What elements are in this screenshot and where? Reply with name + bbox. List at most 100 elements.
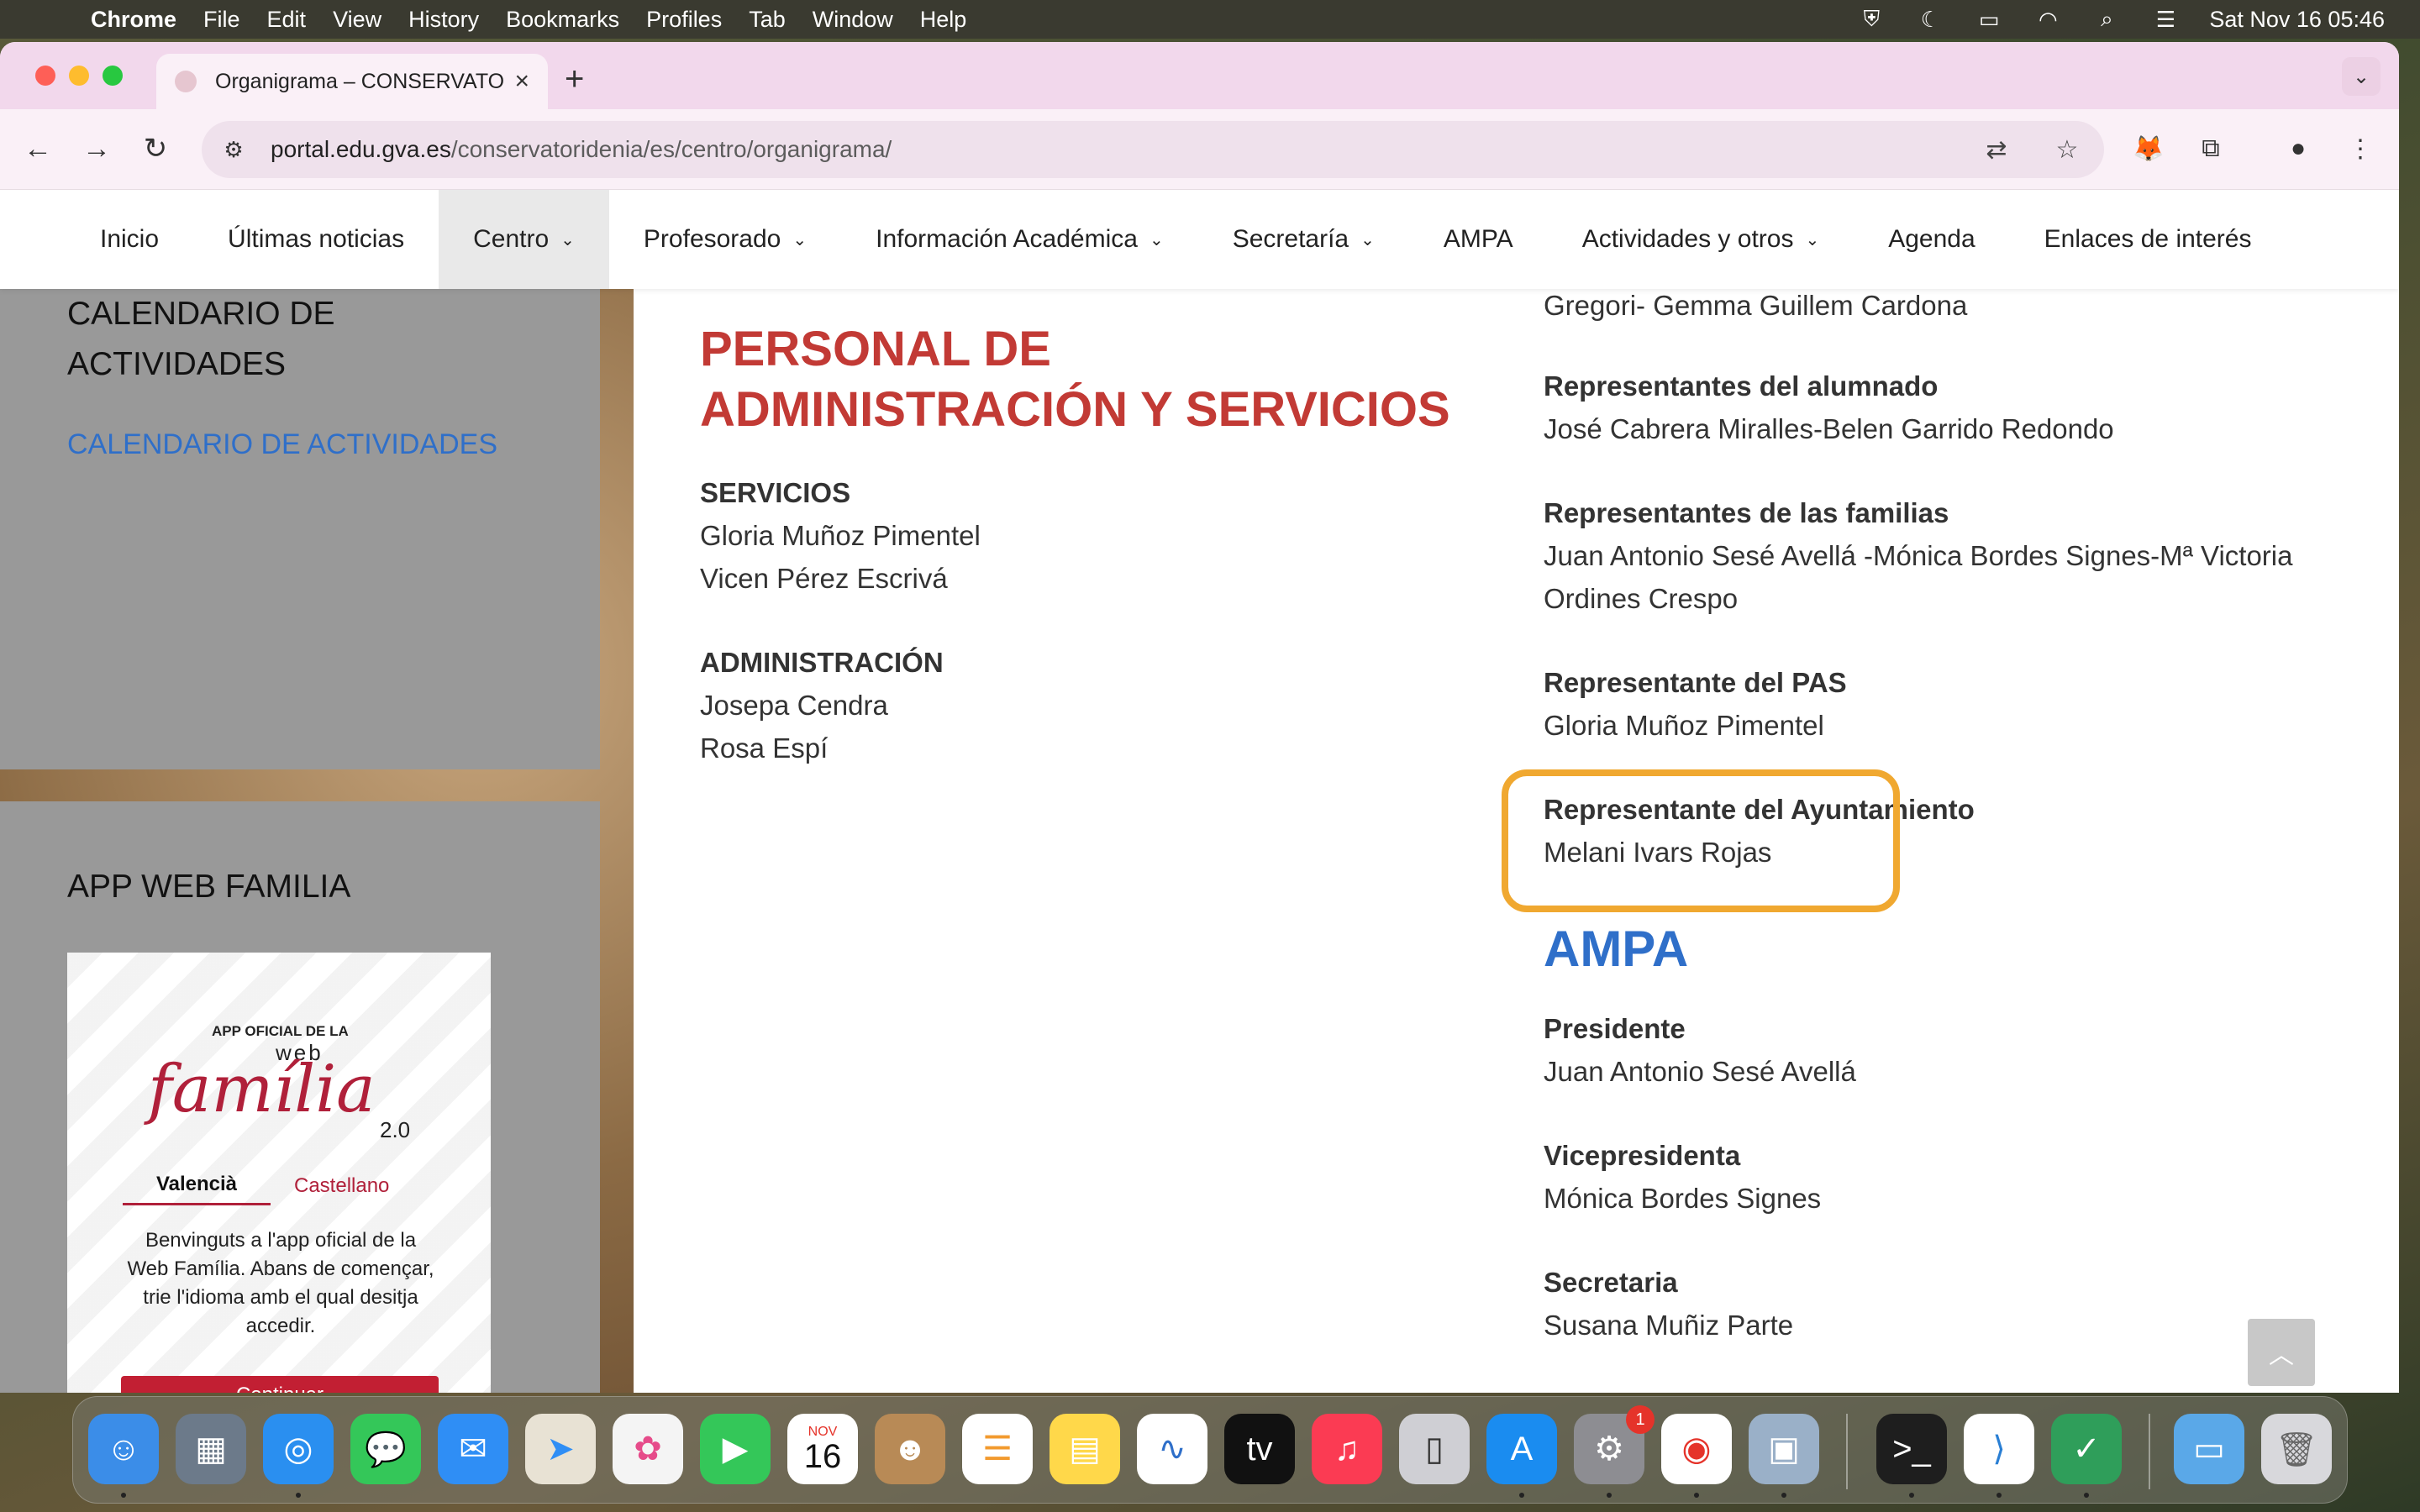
url-text[interactable]: portal.edu.gva.es/conservatoridenia/es/c… xyxy=(271,136,892,163)
close-window-button[interactable] xyxy=(35,66,55,86)
folder-icon[interactable]: ▭ xyxy=(2174,1414,2244,1484)
pas-column: SERVICIOS Gloria Muñoz Pimentel Vicen Pé… xyxy=(700,472,1456,811)
control-center-icon[interactable]: ☰ xyxy=(2150,7,2181,32)
nav-actividades[interactable]: Actividades y otros ⌄ xyxy=(1548,190,1854,289)
translate-icon[interactable]: ⇄ xyxy=(1980,133,2013,166)
favicon-icon xyxy=(175,71,197,92)
alumnado-value: José Cabrera Miralles-Belen Garrido Redo… xyxy=(1544,413,2114,444)
nav-ultimas-noticias[interactable]: Últimas noticias xyxy=(193,190,439,289)
vscode-icon[interactable]: ⟩ xyxy=(1964,1414,2034,1484)
minimize-window-button[interactable] xyxy=(69,66,89,86)
wifi-icon[interactable]: ◠ xyxy=(2033,7,2063,32)
iphone-mirroring-icon[interactable]: ▯ xyxy=(1399,1414,1470,1484)
menubar-datetime[interactable]: Sat Nov 16 05:46 xyxy=(2209,7,2385,33)
servicios-person: Gloria Muñoz Pimentel xyxy=(700,520,981,551)
calendar-widget: CALENDARIO DE ACTIVIDADES CALENDARIO DE … xyxy=(0,289,600,769)
calendar-icon[interactable]: NOV 16 xyxy=(787,1414,858,1484)
nav-secretaria[interactable]: Secretaría ⌄ xyxy=(1198,190,1409,289)
messages-icon[interactable]: 💬 xyxy=(350,1414,421,1484)
chevron-down-icon: ⌄ xyxy=(792,230,808,249)
apple-icon[interactable] xyxy=(35,5,60,34)
launchpad-icon[interactable]: ▦ xyxy=(176,1414,246,1484)
reload-icon[interactable]: ↻ xyxy=(136,129,175,168)
menu-edit[interactable]: Edit xyxy=(267,7,307,33)
menu-app[interactable]: Chrome xyxy=(91,7,176,33)
calendar-link[interactable]: CALENDARIO DE ACTIVIDADES xyxy=(67,428,497,461)
sidebar: CALENDARIO DE ACTIVIDADES CALENDARIO DE … xyxy=(0,289,600,1393)
forward-icon[interactable]: → xyxy=(77,129,116,168)
battery-icon[interactable]: ▭ xyxy=(1974,7,2004,32)
facetime-icon[interactable]: ▶ xyxy=(700,1414,771,1484)
reminders-icon[interactable]: ☰ xyxy=(962,1414,1033,1484)
nav-agenda[interactable]: Agenda xyxy=(1854,190,2009,289)
pas-section-title: PERSONAL DE ADMINISTRACIÓN Y SERVICIOS xyxy=(700,322,1450,437)
nav-ampa[interactable]: AMPA xyxy=(1409,190,1548,289)
shield-app-icon[interactable]: ✓ xyxy=(2051,1414,2122,1484)
chevron-down-icon: ⌄ xyxy=(1149,230,1164,249)
scroll-to-top-button[interactable]: ︿ xyxy=(2248,1319,2315,1386)
profile-avatar[interactable]: ● xyxy=(2279,129,2317,168)
nav-enlaces[interactable]: Enlaces de interés xyxy=(2010,190,2286,289)
menu-help[interactable]: Help xyxy=(920,7,967,33)
administracion-person: Josepa Cendra xyxy=(700,690,888,721)
bookmark-star-icon[interactable]: ☆ xyxy=(2050,133,2084,166)
administracion-person: Rosa Espí xyxy=(700,732,829,764)
app-promo-image[interactable]: APP OFICIAL DE LA web família 2.0 Valenc… xyxy=(67,953,491,1393)
finder-icon[interactable]: ☺ xyxy=(88,1414,159,1484)
running-indicator xyxy=(121,1493,126,1498)
zoom-window-button[interactable] xyxy=(103,66,123,86)
menu-history[interactable]: History xyxy=(408,7,479,33)
familias-heading: Representantes de las familias xyxy=(1544,497,1949,528)
nav-centro[interactable]: Centro ⌄ xyxy=(439,190,609,289)
safari-icon[interactable]: ◎ xyxy=(263,1414,334,1484)
address-bar[interactable]: ⚙ portal.edu.gva.es/conservatoridenia/es… xyxy=(202,121,2104,178)
calendar-day: 16 xyxy=(803,1438,842,1475)
more-menu-icon[interactable]: ⋮ xyxy=(2341,129,2380,168)
new-tab-icon[interactable]: + xyxy=(565,60,584,98)
app-widget-title: APP WEB FAMILIA xyxy=(67,869,351,905)
preview-icon[interactable]: ▣ xyxy=(1749,1414,1819,1484)
metamask-extension-icon[interactable]: 🦊 xyxy=(2129,129,2168,168)
site-info-icon[interactable]: ⚙ xyxy=(218,134,249,165)
menu-window[interactable]: Window xyxy=(813,7,893,33)
alumnado-heading: Representantes del alumnado xyxy=(1544,370,1939,402)
mail-icon[interactable]: ✉ xyxy=(438,1414,508,1484)
app-store-icon[interactable]: A xyxy=(1486,1414,1557,1484)
tab-active[interactable]: Organigrama – CONSERVATO × xyxy=(156,54,548,109)
tab-search-chevron-icon[interactable]: ⌄ xyxy=(2342,57,2381,96)
menu-profiles[interactable]: Profiles xyxy=(646,7,722,33)
photos-icon[interactable]: ✿ xyxy=(613,1414,683,1484)
dock-separator xyxy=(1846,1414,1848,1489)
freeform-icon[interactable]: ∿ xyxy=(1137,1414,1207,1484)
menu-file[interactable]: File xyxy=(203,7,240,33)
nav-profesorado[interactable]: Profesorado ⌄ xyxy=(609,190,841,289)
nav-inicio[interactable]: Inicio xyxy=(66,190,193,289)
notes-icon[interactable]: ▤ xyxy=(1050,1414,1120,1484)
app-welcome-text: Benvinguts a l'app oficial de la Web Fam… xyxy=(127,1229,434,1337)
menu-tab[interactable]: Tab xyxy=(749,7,786,33)
dock: ☺ ▦ ◎ 💬 ✉ ➤ ✿ ▶ NOV 16 ☻ ☰ ▤ ∿ tv ♫ ▯ A … xyxy=(72,1396,2348,1504)
search-icon[interactable]: ⌕ xyxy=(2091,6,2122,32)
nav-informacion-academica[interactable]: Información Académica ⌄ xyxy=(841,190,1198,289)
menu-bookmarks[interactable]: Bookmarks xyxy=(506,7,619,33)
profesorado-tail-block: Gregori- Gemma Guillem Cardona xyxy=(1544,284,2384,327)
maps-icon[interactable]: ➤ xyxy=(525,1414,596,1484)
secretaria-heading: Secretaria xyxy=(1544,1267,1678,1298)
shield-status-icon[interactable]: ⛨ xyxy=(1856,6,1886,32)
menu-view[interactable]: View xyxy=(333,7,381,33)
administracion-heading: ADMINISTRACIÓN xyxy=(700,647,944,678)
back-icon[interactable]: ← xyxy=(18,129,57,168)
chevron-down-icon: ⌄ xyxy=(560,230,575,249)
apple-tv-icon[interactable]: tv xyxy=(1224,1414,1295,1484)
chrome-icon[interactable]: ◉ xyxy=(1661,1414,1732,1484)
terminal-icon[interactable]: >_ xyxy=(1876,1414,1947,1484)
music-icon[interactable]: ♫ xyxy=(1312,1414,1382,1484)
vicepresidenta-heading: Vicepresidenta xyxy=(1544,1140,1741,1171)
contacts-icon[interactable]: ☻ xyxy=(875,1414,945,1484)
extensions-puzzle-icon[interactable]: ⧉ xyxy=(2191,129,2230,168)
moon-icon[interactable]: ☾ xyxy=(1915,7,1945,32)
close-tab-icon[interactable]: × xyxy=(514,67,529,96)
trash-icon[interactable]: 🗑 xyxy=(2261,1414,2332,1484)
administracion-block: ADMINISTRACIÓN Josepa Cendra Rosa Espí xyxy=(700,642,1456,769)
continue-button-image: Continuar xyxy=(121,1376,439,1393)
